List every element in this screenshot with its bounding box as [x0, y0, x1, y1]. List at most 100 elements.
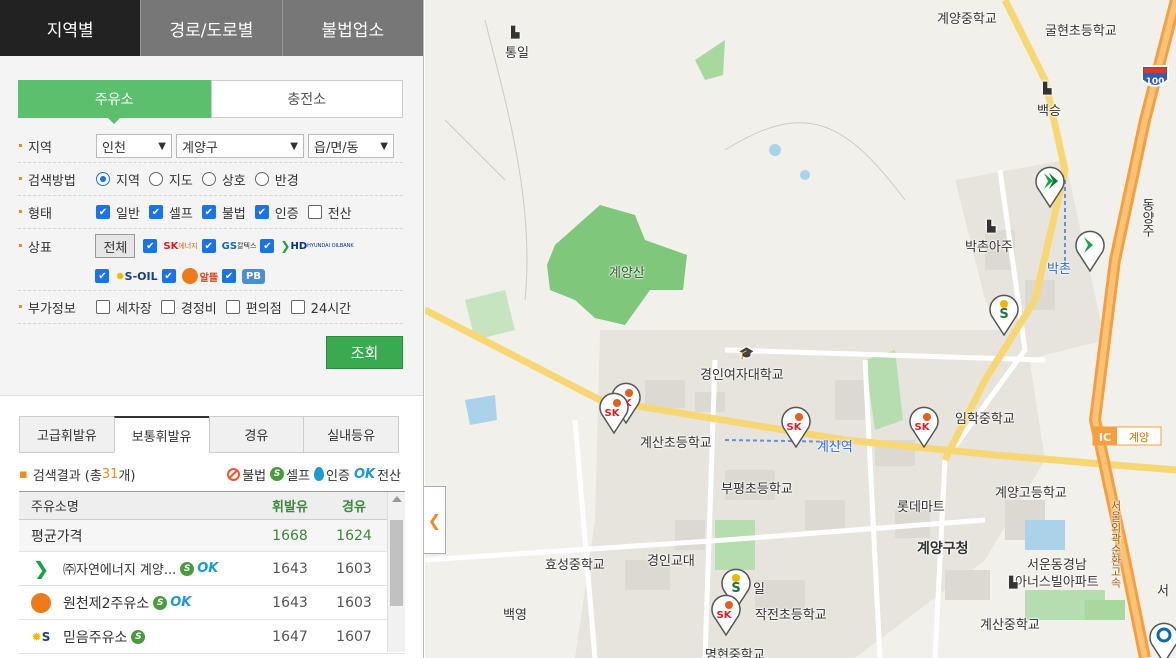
map-label-imhak-middle: 임학중학교 [955, 412, 1015, 427]
type-self-checkbox[interactable]: ✔ 셀프 [148, 203, 193, 222]
station-pin-hd[interactable] [1073, 228, 1107, 272]
legend: 불법 S 셀프 인증 OK 전산 [227, 465, 405, 484]
table-row[interactable]: ✹ S 믿음주유소 S 1647 1607 [19, 620, 405, 654]
tab-kerosene[interactable]: 실내등유 [303, 416, 399, 453]
station-pin-sk[interactable]: SK [779, 404, 813, 448]
brand-label: 상표 [18, 237, 95, 256]
scroll-up-icon[interactable] [392, 496, 402, 502]
search-button[interactable]: 조회 [326, 336, 403, 369]
station-pin-sk[interactable]: SK [709, 592, 743, 636]
table-scrollbar[interactable] [387, 492, 405, 652]
station-name[interactable]: ㈜자연에너지 계양... [63, 559, 176, 578]
collapse-panel-button[interactable]: ❮ [424, 486, 446, 554]
extra-carwash-checkbox[interactable]: 세차장 [96, 298, 152, 317]
tab-regular-gasoline[interactable]: 보통휘발유 [113, 416, 210, 453]
result-suffix: 개) [118, 468, 136, 484]
header-diesel[interactable]: 경유 [322, 496, 386, 515]
method-row: 검색방법 지역 지도 상호 반경 [18, 163, 403, 196]
table-header: 주유소명 휘발유 경유 [19, 492, 405, 520]
scroll-thumb[interactable] [390, 520, 403, 606]
district-select[interactable]: 계양구 ▼ [176, 134, 304, 158]
brand-altteul-checkbox[interactable]: ✔ 알뜰 [161, 264, 218, 288]
map-label-baekseung: 백승 [1037, 104, 1061, 119]
filter-area: 주유소 충전소 지역 인천 ▼ 계양구 ▼ 읍/면/동 ▼ 검색방법 지역 지도 상호… [0, 56, 423, 396]
tab-diesel[interactable]: 경유 [208, 416, 305, 453]
tab-gas-station[interactable]: 주유소 [18, 80, 211, 124]
type-option-label: 인증 [274, 206, 299, 222]
map-label-hyoseong-middle: 효성중학교 [545, 558, 605, 573]
type-option-label: 전산 [327, 206, 352, 222]
header-gasoline[interactable]: 휘발유 [258, 496, 322, 515]
type-row: 형태 ✔ 일반 ✔ 셀프 ✔ 불법 ✔ 인증 전산 [18, 196, 403, 229]
map-view[interactable]: 100 IC 계양 통일 계양중학교 굴현초등학교 백승 동양주 박촌아주 박촌… [425, 0, 1176, 658]
type-option-label: 일반 [116, 206, 140, 222]
brand-soil-checkbox[interactable]: ✔ ✹ S-OIL [95, 264, 158, 288]
tab-illegal[interactable]: 불법업소 [281, 0, 423, 56]
tab-charging-station[interactable]: 충전소 [210, 80, 403, 118]
region-label: 지역 [18, 137, 96, 156]
tab-route[interactable]: 경로/도로별 [140, 0, 282, 56]
method-option-label: 상호 [221, 173, 246, 189]
extra-row: 부가정보 세차장 경정비 편의점 24시간 [18, 291, 403, 324]
table-row[interactable]: ❯ ㈜자연에너지 계양... S OK 1643 1603 [19, 552, 405, 586]
method-option-label: 반경 [274, 173, 299, 189]
station-pin-s-oil[interactable]: S [987, 292, 1021, 336]
station-name[interactable]: 원천제2주유소 [63, 593, 149, 613]
type-label: 형태 [18, 203, 96, 222]
extra-convenience-checkbox[interactable]: 편의점 [225, 298, 282, 317]
method-map-radio[interactable]: 지도 [148, 170, 193, 189]
tab-region[interactable]: 지역별 [0, 0, 141, 56]
station-pin-sk[interactable]: SK [907, 404, 941, 448]
brand-pb-checkbox[interactable]: ✔ PB [222, 264, 265, 288]
extra-maintenance-checkbox[interactable]: 경정비 [160, 298, 217, 317]
station-pin-gs[interactable] [1147, 620, 1176, 658]
check-icon: ✔ [201, 205, 216, 219]
fuel-tabs: 고급휘발유 보통휘발유 경유 실내등유 [19, 416, 399, 453]
table-row[interactable]: 원천제2주유소 S OK 1643 1603 [19, 586, 405, 620]
checkbox-empty-icon [225, 300, 240, 314]
map-label-gyeyang-middle: 계양중학교 [937, 12, 997, 27]
result-summary: ▪ 검색결과 (총 31 개) 불법 S 셀프 인증 OK 전산 [19, 465, 405, 484]
type-computerized-checkbox[interactable]: 전산 [307, 203, 352, 222]
map-label-bakchon-apt: 박촌아주 [965, 240, 1013, 255]
method-name-radio[interactable]: 상호 [201, 170, 246, 189]
extra-24h-checkbox[interactable]: 24시간 [290, 298, 352, 317]
type-illegal-checkbox[interactable]: ✔ 불법 [201, 203, 246, 222]
gasoline-price: 1643 [272, 560, 308, 577]
method-radius-radio[interactable]: 반경 [254, 170, 299, 189]
type-certified-checkbox[interactable]: ✔ 인증 [254, 203, 299, 222]
header-name[interactable]: 주유소명 [19, 496, 258, 515]
type-option-label: 셀프 [168, 206, 193, 222]
brand-gs-checkbox[interactable]: ✔ GS 칼텍스 [201, 234, 256, 258]
dong-select[interactable]: 읍/면/동 ▼ [308, 134, 394, 158]
checkbox-empty-icon [160, 300, 175, 314]
brand-row: 상표 전체 ✔ SK 에너지 ✔ GS 칼텍스 ✔ ❯ HD HYUNDAI OILBANK … [18, 229, 403, 291]
city-select[interactable]: 인천 ▼ [96, 134, 172, 158]
all-brands-button[interactable]: 전체 [95, 234, 136, 258]
radio-icon [254, 172, 269, 186]
extra-option-label: 24시간 [310, 301, 352, 317]
computerized-icon: OK [170, 595, 192, 610]
building-icon: ▙ [1009, 576, 1018, 589]
method-region-radio[interactable]: 지역 [96, 170, 140, 189]
station-name[interactable]: 믿음주유소 [63, 627, 127, 647]
type-general-checkbox[interactable]: ✔ 일반 [96, 203, 140, 222]
average-label: 평균가격 [31, 528, 83, 545]
search-wrap: 조회 [18, 324, 403, 369]
extra-label: 부가정보 [18, 298, 96, 317]
brand-hd-checkbox[interactable]: ✔ ❯ HD HYUNDAI OILBANK [260, 234, 354, 258]
station-pin-hd[interactable] [1033, 164, 1067, 208]
pb-logo-icon: PB [242, 268, 265, 284]
check-icon: ✔ [260, 239, 275, 253]
s-oil-logo-icon: ✹ S [31, 629, 51, 644]
svg-text:SK: SK [915, 422, 931, 433]
station-pin-sk[interactable]: SK [597, 390, 631, 434]
s-oil-logo-icon: ✹ S-OIL [115, 269, 158, 283]
brand-sk-checkbox[interactable]: ✔ SK 에너지 [143, 234, 198, 258]
checkbox-empty-icon [290, 300, 305, 314]
check-icon: ✔ [148, 205, 163, 219]
tab-premium-gasoline[interactable]: 고급휘발유 [19, 416, 115, 453]
computerized-icon: OK [353, 466, 376, 482]
gasoline-price: 1643 [272, 594, 308, 611]
method-option-label: 지역 [116, 173, 140, 189]
